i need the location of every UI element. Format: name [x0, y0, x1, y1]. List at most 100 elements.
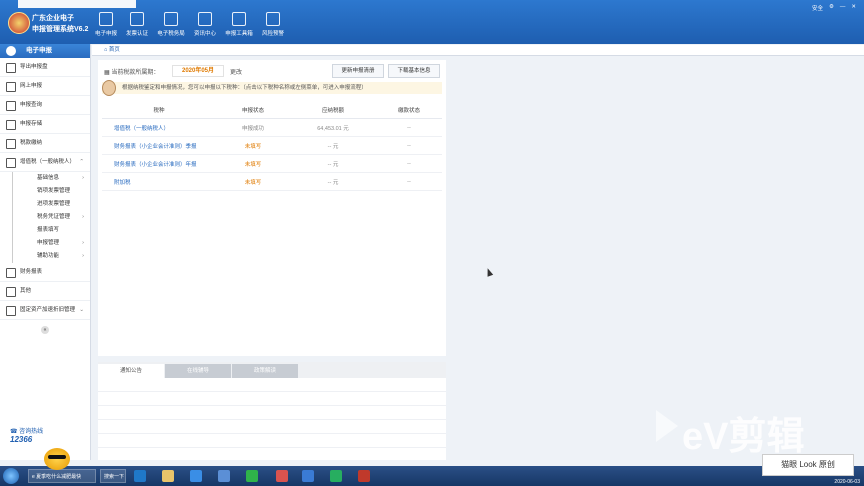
sidebar-item-vat[interactable]: 增值税（一般纳税人） ⌃ [0, 153, 90, 172]
sidebar-subitem[interactable]: 进项发票管理 [12, 198, 90, 211]
col-status: 申报状态 [216, 102, 290, 119]
other-icon [6, 287, 16, 297]
sidebar-item-other[interactable]: 其他 [0, 282, 90, 301]
download-info-button[interactable]: 下载基本信息 [388, 64, 440, 78]
breadcrumb[interactable]: ⌂ 首页 [92, 45, 864, 56]
start-button[interactable] [3, 468, 19, 484]
status-cell: 申报成功 [216, 118, 290, 137]
pdf-icon[interactable] [358, 470, 370, 482]
tip-banner: 根据纳税鉴定和申报情况，您可以申报以下税种：（点击以下税种名称或左侧菜单，可进入… [102, 82, 442, 94]
taskbar-date: 2020-06-03 [834, 479, 860, 485]
sidebar-subitem[interactable]: 辅助功能 › [12, 250, 90, 263]
sidebar-item-online[interactable]: 网上申报 [0, 77, 90, 96]
tab-policy[interactable]: 政策解读 [232, 364, 298, 378]
sidebar-subitem[interactable]: 报表填写 [12, 224, 90, 237]
nav-news-center[interactable]: 资讯中心 [191, 12, 219, 44]
watermark: eV剪辑 [682, 416, 805, 458]
calendar-small-icon: ▦ [104, 70, 110, 76]
sidebar-subitem[interactable]: 申报管理 › [12, 237, 90, 250]
sidebar-item-payment[interactable]: 税款缴纳 [0, 134, 90, 153]
sidebar-header[interactable]: 电子申报 [0, 44, 90, 58]
change-period-link[interactable]: 更改 [230, 67, 242, 76]
tax-name-link[interactable]: 财务报表（小企业会计准则）年报 [102, 154, 216, 173]
calendar-icon [99, 12, 113, 26]
main-panel: ▦ 当前税款所属期： 2020年05月 更改 更新申报清册 下载基本信息 根据纳… [98, 60, 446, 356]
notice-panel: 通知公告 在线辅导 政策解读 [98, 362, 446, 460]
report-icon [6, 268, 16, 278]
tax-name-link[interactable]: 增值税（一般纳税人） [102, 118, 216, 137]
document-icon [266, 12, 280, 26]
amount-cell: -- 元 [290, 154, 376, 173]
sidebar-subitem[interactable]: 税务凭证管理 › [12, 211, 90, 224]
browser-icon[interactable] [190, 470, 202, 482]
minus-circle-icon [6, 46, 16, 56]
chevron-right-icon: › [82, 175, 84, 181]
folder-icon[interactable] [162, 470, 174, 482]
security-label[interactable]: 安全 [812, 4, 823, 12]
nav-invoice-auth[interactable]: 发票认证 [123, 12, 151, 44]
app-title-line2: 申报管理系统V6.2 [32, 26, 89, 33]
amount-cell: -- 元 [290, 172, 376, 191]
tax-app-icon[interactable] [218, 470, 230, 482]
table-row: 财务报表（小企业会计准则）季报 未填写 -- 元 -- [102, 136, 442, 155]
pay-cell: -- [376, 172, 442, 191]
close-icon[interactable]: ✕ [851, 4, 856, 12]
nav-toolbox[interactable]: 申报工具箱 [222, 12, 256, 44]
red-app-icon[interactable] [276, 470, 288, 482]
storage-icon [6, 120, 16, 130]
sidebar-item-financial[interactable]: 财务报表 [0, 263, 90, 282]
period-label: ▦ 当前税款所属期： [104, 70, 160, 76]
sunglasses-icon [48, 455, 66, 459]
sidebar-item-storage[interactable]: 申报存储 [0, 115, 90, 134]
blue-app-icon[interactable] [302, 470, 314, 482]
gear-icon[interactable]: ⚙ [829, 4, 834, 12]
green-app-icon[interactable] [330, 470, 342, 482]
payment-icon [6, 139, 16, 149]
chevron-right-icon: › [82, 240, 84, 246]
status-cell: 未填写 [216, 154, 290, 173]
tax-name-link[interactable]: 附加税 [102, 172, 216, 191]
sidebar-subitem[interactable]: 基础信息 › [12, 172, 90, 185]
minimize-icon[interactable]: — [840, 4, 846, 12]
assistant-avatar-icon [102, 80, 116, 96]
cloud-app-icon[interactable] [134, 470, 146, 482]
tax-name-link[interactable]: 财务报表（小企业会计准则）季报 [102, 136, 216, 155]
col-amount: 应纳税额 [290, 102, 376, 119]
pay-cell: -- [376, 154, 442, 173]
emblem-icon [8, 12, 30, 34]
nav-e-tax-bureau[interactable]: 电子税务局 [154, 12, 188, 44]
vat-icon [6, 158, 16, 168]
sidebar-subitem[interactable]: 销项发票管理 [12, 185, 90, 198]
col-tax: 税种 [102, 102, 216, 119]
nav-e-declaration[interactable]: 电子申报 [92, 12, 120, 44]
taskbar-browser-tab[interactable]: e 夏季吃什么减肥最快 [28, 469, 96, 483]
list-item [98, 378, 446, 392]
ie-icon: e [32, 474, 35, 480]
tab-notices[interactable]: 通知公告 [98, 364, 164, 378]
taskbar-search[interactable]: 搜索一下 [100, 469, 126, 483]
pay-cell: -- [376, 118, 442, 137]
list-item [98, 434, 446, 448]
sidebar-item-fixed-assets[interactable]: 固定资产加速折旧管理 ⌄ [0, 301, 90, 320]
top-bar: 广东企业电子 申报管理系统V6.2 电子申报 发票认证 电子税务局 资讯中心 申… [0, 0, 864, 44]
taskbar: e 夏季吃什么减肥最快 搜索一下 [0, 466, 864, 486]
pay-cell: -- [376, 136, 442, 155]
amount-cell: -- 元 [290, 136, 376, 155]
sidebar-item-query[interactable]: 申报查询 [0, 96, 90, 115]
chevron-up-icon: ⌃ [79, 159, 84, 165]
chevron-down-icon: ⌄ [79, 307, 84, 313]
tab-online-tutoring[interactable]: 在线辅导 [165, 364, 231, 378]
nav-risk-warning[interactable]: 风险预警 [259, 12, 287, 44]
top-nav: 电子申报 发票认证 电子税务局 资讯中心 申报工具箱 风险预警 [92, 12, 290, 44]
grid-icon [164, 12, 178, 26]
table-row: 附加税 未填写 -- 元 -- [102, 172, 442, 191]
update-list-button[interactable]: 更新申报清册 [332, 64, 384, 78]
mouse-cursor-icon [484, 267, 494, 277]
wechat-icon[interactable] [246, 470, 258, 482]
invoice-icon [130, 12, 144, 26]
collapse-sidebar-button[interactable]: « [41, 326, 49, 334]
window-controls: 安全 ⚙ — ✕ [812, 4, 856, 12]
hotline: ☎ 咨询热线 12366 [10, 429, 44, 444]
chevron-right-icon: › [82, 214, 84, 220]
sidebar-item-export[interactable]: 导出申报盘 [0, 58, 90, 77]
